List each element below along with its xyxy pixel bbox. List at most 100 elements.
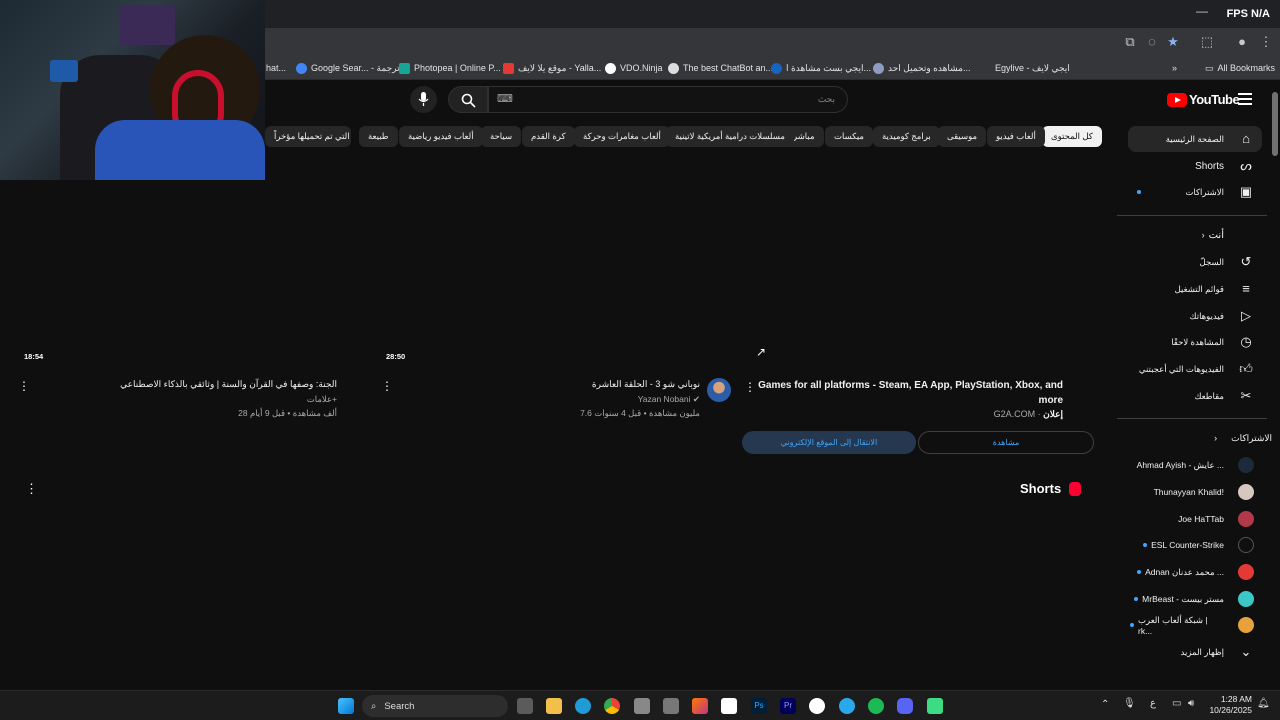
edge-icon[interactable] [575, 698, 591, 714]
language-indicator[interactable]: ع [1150, 698, 1156, 709]
spotify-icon[interactable] [868, 698, 884, 714]
sidebar-channel[interactable]: MrBeast - مستر بيست [1130, 586, 1280, 612]
chip[interactable]: ميكسات [825, 126, 873, 147]
sidebar-channel[interactable]: ESL Counter-Strike [1130, 532, 1280, 558]
sidebar-item-you[interactable]: › أنت [1130, 222, 1280, 248]
telegram-icon[interactable] [839, 698, 855, 714]
more-options-icon[interactable]: ⋮ [18, 379, 30, 393]
new-content-dot [1130, 623, 1134, 627]
sidebar-item-label: إظهار المزيد [1180, 646, 1224, 657]
chip[interactable]: ألعاب مغامرات وحركة [574, 126, 670, 147]
hamburger-icon[interactable] [1238, 93, 1252, 105]
bookmark-item[interactable]: Photopea | Online P... [399, 60, 501, 76]
taskbar-search[interactable]: ⌕ Search [362, 695, 508, 717]
external-link-icon[interactable]: ↗ [752, 343, 770, 361]
extensions-icon[interactable]: ⬚ [1199, 34, 1215, 50]
ad-visit-button[interactable]: الانتقال إلى الموقع الإلكتروني [742, 431, 916, 454]
chevron-up-icon[interactable]: ⌃ [1101, 699, 1109, 710]
scrollbar-thumb[interactable] [1272, 92, 1278, 156]
sidebar-subscriptions-header[interactable]: › الاشتراكات [1130, 425, 1280, 451]
sidebar-channel[interactable]: Joe HaTTab [1130, 506, 1280, 532]
photoshop-icon[interactable]: Ps [751, 698, 767, 714]
more-options-icon[interactable]: ⋮ [381, 379, 393, 393]
menu-icon[interactable]: ⋮ [1258, 34, 1274, 50]
sidebar-item-label: أنت [1208, 229, 1224, 241]
bookmark-item[interactable]: مشاهده وتحميل احد... [873, 60, 970, 76]
bookmark-item[interactable]: ايجي بست مشاهدة ا... [771, 60, 871, 76]
app-icon[interactable] [927, 698, 943, 714]
volume-icon[interactable]: 🔊︎ [1188, 698, 1194, 709]
bookmark-item[interactable]: Google Sear... - ترجمة [296, 60, 400, 76]
all-bookmarks[interactable]: ▭ All Bookmarks [1205, 60, 1275, 76]
sidebar-item-history[interactable]: السجلّ ↺ [1130, 249, 1280, 275]
video-title[interactable]: الجنة: وصفها في القرآن والسنة | وثائقي ب… [60, 379, 337, 390]
instagram-icon[interactable] [692, 698, 708, 714]
cast-icon[interactable]: ⧉ [1122, 34, 1138, 50]
more-options-icon[interactable]: ⋮ [744, 380, 756, 394]
video-channel[interactable]: Yazan Nobani ✔ [560, 394, 700, 405]
keyboard-icon[interactable]: ⌨ [497, 92, 513, 105]
sidebar-item-label: الاشتراكات [1231, 432, 1272, 443]
sidebar-show-more[interactable]: إظهار المزيد ⌄ [1130, 639, 1280, 665]
chip[interactable]: ألعاب فيديو رياضية [399, 126, 483, 147]
ad-watch-button[interactable]: مشاهدة [918, 431, 1094, 454]
profile-icon[interactable]: ● [1234, 34, 1250, 50]
chip-all[interactable]: كل المحتوى [1042, 126, 1102, 147]
sidebar-item-shorts[interactable]: Shorts ᔕ [1130, 153, 1280, 179]
sidebar-item-subscriptions[interactable]: الاشتراكات ▣ [1130, 179, 1280, 205]
network-icon[interactable]: ▭ [1172, 698, 1181, 709]
sidebar-item-playlists[interactable]: قوائم التشغيل ≡ [1130, 276, 1280, 302]
sidebar-item-your-videos[interactable]: فيديوهاتك ▷ [1130, 303, 1280, 329]
voice-search-button[interactable] [410, 86, 437, 113]
notification-icon[interactable]: 🔔︎ [1257, 698, 1270, 709]
chip[interactable]: ألعاب فيديو [987, 126, 1045, 147]
sidebar-channel[interactable]: Ahmad Ayish - عايش ... [1130, 452, 1280, 478]
task-view-icon[interactable] [517, 698, 533, 714]
video-channel[interactable]: علامات+ [200, 394, 337, 405]
sidebar-item-home[interactable]: الصفحة الرئيسية ⌂ [1128, 126, 1262, 152]
app-icon[interactable] [663, 698, 679, 714]
capcut-icon[interactable] [721, 698, 737, 714]
sidebar-channel[interactable]: Adnan محمد عدنان ... [1130, 559, 1280, 585]
bookmark-label: ايجي بست مشاهدة ا... [786, 62, 871, 73]
windows-start-icon[interactable] [338, 698, 354, 714]
star-icon[interactable]: ★ [1165, 34, 1181, 50]
clock[interactable]: 1:28 AM 10/26/2025 [1200, 694, 1252, 716]
sidebar-item-liked[interactable]: الفيديوهات التي أعجبتني 👍︎ [1130, 356, 1280, 382]
sidebar-channel[interactable]: Thunayyan Khalid! [1130, 479, 1280, 505]
chip[interactable]: موسيقى [938, 126, 987, 147]
bookmark-item[interactable]: hat... [266, 60, 286, 76]
search-input[interactable]: بحث ⌨ [488, 86, 848, 113]
sidebar-channel[interactable]: شبكة ألعاب العرب | rk... [1130, 612, 1280, 638]
premiere-icon[interactable]: Pr [780, 698, 796, 714]
more-options-icon[interactable]: ⋮ [25, 481, 38, 497]
search-button[interactable] [448, 86, 488, 113]
bookmark-item[interactable]: The best ChatBot an... [668, 60, 773, 76]
chip[interactable]: طبيعة [359, 126, 398, 147]
chevron-right-icon[interactable]: » [1172, 60, 1177, 76]
sidebar-item-clips[interactable]: مقاطعك ✂ [1130, 383, 1280, 409]
app-icon[interactable] [809, 698, 825, 714]
chip[interactable]: كرة القدم [522, 126, 575, 147]
chrome-icon[interactable] [604, 698, 620, 714]
bookmark-item[interactable]: Egylive - ايجي لايف [995, 60, 1070, 76]
video-title[interactable]: نوباني شو 3 - الحلقة العاشرة [540, 379, 700, 390]
eye-off-icon[interactable]: ◌ [1144, 34, 1160, 50]
sidebar-item-watch-later[interactable]: المشاهدة لاحقًا ◷ [1130, 329, 1280, 355]
bookmark-item[interactable]: موقع يلا لايف - Yalla... [503, 60, 601, 76]
chip[interactable]: مسلسلات درامية أمريكية لاتينية [666, 126, 794, 147]
bookmark-item[interactable]: VDO.Ninja [605, 60, 663, 76]
bookmark-label: VDO.Ninja [620, 63, 663, 73]
youtube-logo[interactable]: YouTube [1167, 92, 1240, 107]
ad-title[interactable]: Games for all platforms - Steam, EA App,… [755, 378, 1063, 408]
file-explorer-icon[interactable] [546, 698, 562, 714]
chatbot-icon [668, 62, 679, 74]
chip[interactable]: القنوات التي تم تحميلها مؤخراً [265, 126, 351, 147]
chip[interactable]: سياحة [481, 126, 522, 147]
store-icon[interactable] [634, 698, 650, 714]
channel-avatar[interactable] [707, 378, 731, 402]
chip[interactable]: برامج كوميدية [873, 126, 940, 147]
discord-icon[interactable] [897, 698, 913, 714]
mic-icon[interactable]: 🎙︎ [1123, 698, 1136, 709]
minimize-icon[interactable]: — [1196, 4, 1208, 18]
